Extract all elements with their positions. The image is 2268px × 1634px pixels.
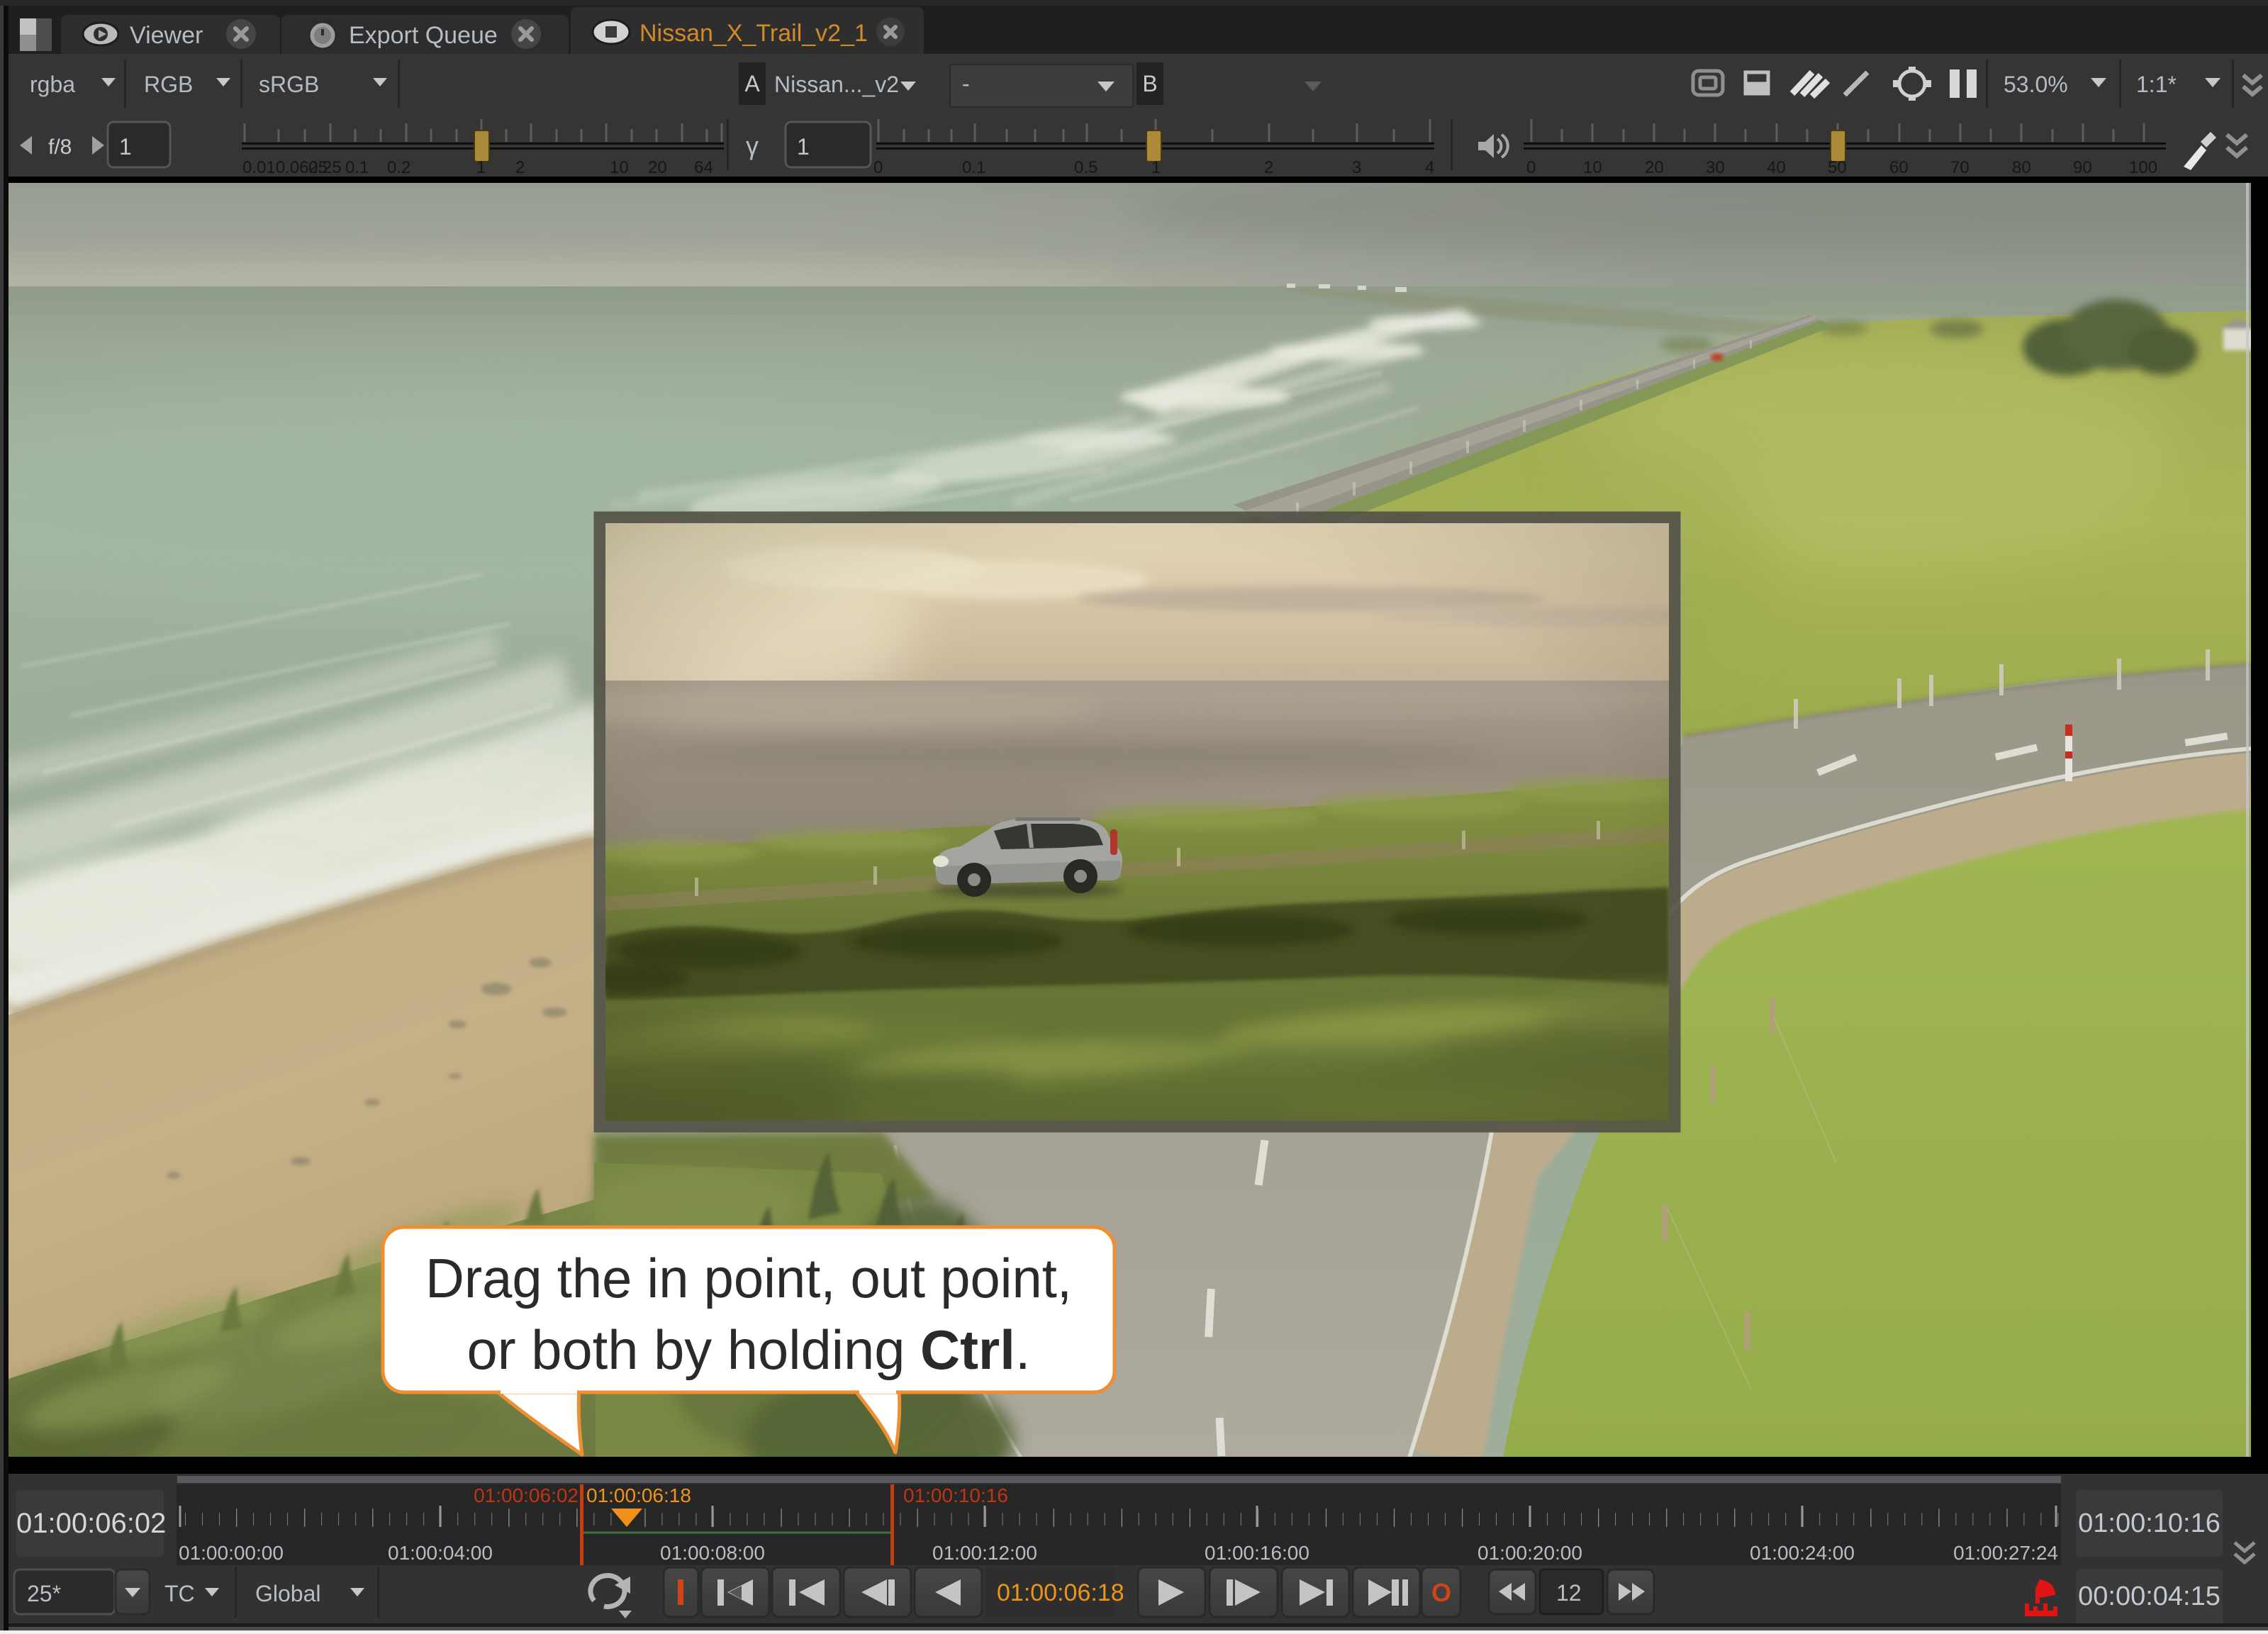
svg-text:O: O xyxy=(1431,1578,1451,1607)
svg-text:80: 80 xyxy=(2012,158,2031,177)
svg-text:01:00:10:16: 01:00:10:16 xyxy=(903,1484,1008,1506)
svg-text:70: 70 xyxy=(1950,158,1970,177)
svg-text:30: 30 xyxy=(1706,158,1725,177)
svg-text:50: 50 xyxy=(1828,158,1847,177)
svg-text:0.5: 0.5 xyxy=(1074,158,1097,177)
svg-text:0.2: 0.2 xyxy=(387,158,410,177)
svg-text:25*: 25* xyxy=(27,1581,61,1606)
svg-text:4: 4 xyxy=(1425,158,1434,177)
svg-text:0.1: 0.1 xyxy=(345,158,369,177)
svg-text:or both by holding Ctrl.: or both by holding Ctrl. xyxy=(467,1319,1031,1381)
svg-text:60: 60 xyxy=(1889,158,1909,177)
svg-text:01:00:06:18: 01:00:06:18 xyxy=(997,1579,1124,1606)
svg-text:2: 2 xyxy=(515,158,525,177)
svg-text:10: 10 xyxy=(1583,158,1602,177)
svg-text:20: 20 xyxy=(1645,158,1664,177)
svg-text:12: 12 xyxy=(1556,1580,1582,1606)
svg-text:90: 90 xyxy=(2073,158,2092,177)
svg-text:0: 0 xyxy=(1526,158,1536,177)
svg-text:1: 1 xyxy=(797,134,810,160)
svg-text:1: 1 xyxy=(476,158,486,177)
svg-text:1: 1 xyxy=(119,134,132,160)
svg-text:f/8: f/8 xyxy=(48,135,72,159)
svg-text:100: 100 xyxy=(2129,158,2157,177)
svg-text:64: 64 xyxy=(694,158,713,177)
svg-text:40: 40 xyxy=(1767,158,1786,177)
svg-text:20: 20 xyxy=(648,158,667,177)
svg-text:01:00:06:02: 01:00:06:02 xyxy=(474,1484,579,1506)
svg-text:3: 3 xyxy=(1352,158,1361,177)
svg-text:γ: γ xyxy=(746,131,759,160)
svg-text:0: 0 xyxy=(873,158,883,177)
svg-text:1: 1 xyxy=(1151,158,1161,177)
svg-text:01:00:06:18: 01:00:06:18 xyxy=(586,1484,691,1506)
svg-text:0.25: 0.25 xyxy=(308,158,342,177)
svg-text:TC: TC xyxy=(164,1581,195,1606)
svg-text:Global: Global xyxy=(255,1581,321,1606)
svg-text:10: 10 xyxy=(610,158,629,177)
svg-text:0.1: 0.1 xyxy=(962,158,985,177)
svg-text:Drag the in point, out point,: Drag the in point, out point, xyxy=(425,1247,1072,1309)
svg-text:2: 2 xyxy=(1264,158,1273,177)
